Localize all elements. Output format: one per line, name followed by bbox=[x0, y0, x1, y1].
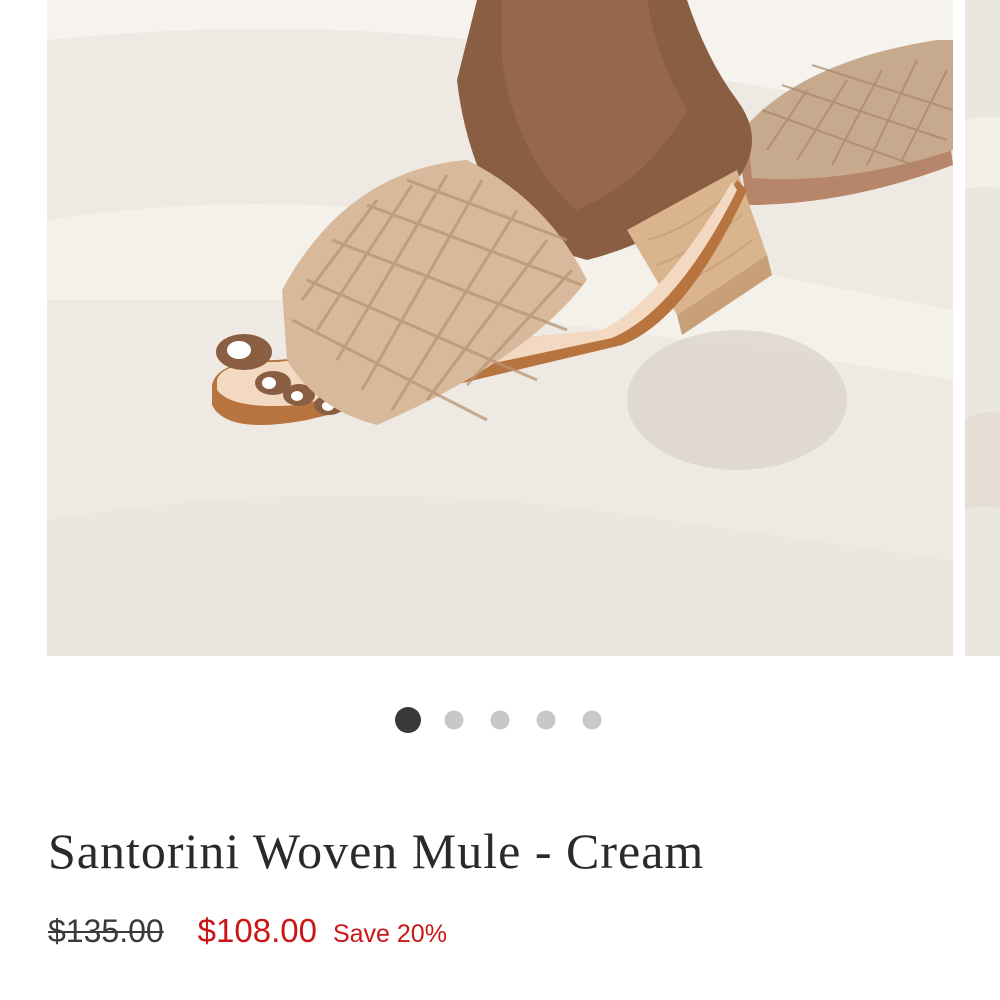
pager-dot-4[interactable] bbox=[536, 710, 556, 730]
product-page: Santorini Woven Mule - Cream $135.00 $10… bbox=[0, 0, 1000, 1000]
product-title: Santorini Woven Mule - Cream bbox=[48, 823, 705, 879]
product-image-slide-2-peek[interactable] bbox=[965, 0, 1000, 656]
product-photo bbox=[47, 0, 953, 656]
price-row: $135.00 $108.00 Save 20% bbox=[48, 912, 447, 950]
savings-badge: Save 20% bbox=[332, 920, 447, 948]
product-image-carousel[interactable] bbox=[0, 0, 1000, 656]
original-price: $135.00 bbox=[48, 913, 164, 949]
pager-dot-5[interactable] bbox=[582, 710, 602, 730]
pager-dot-2[interactable] bbox=[444, 710, 464, 730]
sale-price: $108.00 bbox=[197, 912, 317, 949]
product-photo-peek bbox=[965, 0, 1000, 656]
pager-dot-1[interactable] bbox=[395, 707, 421, 733]
pager-dot-3[interactable] bbox=[490, 710, 510, 730]
carousel-pager bbox=[0, 707, 1000, 733]
product-image-slide-1[interactable] bbox=[47, 0, 953, 656]
